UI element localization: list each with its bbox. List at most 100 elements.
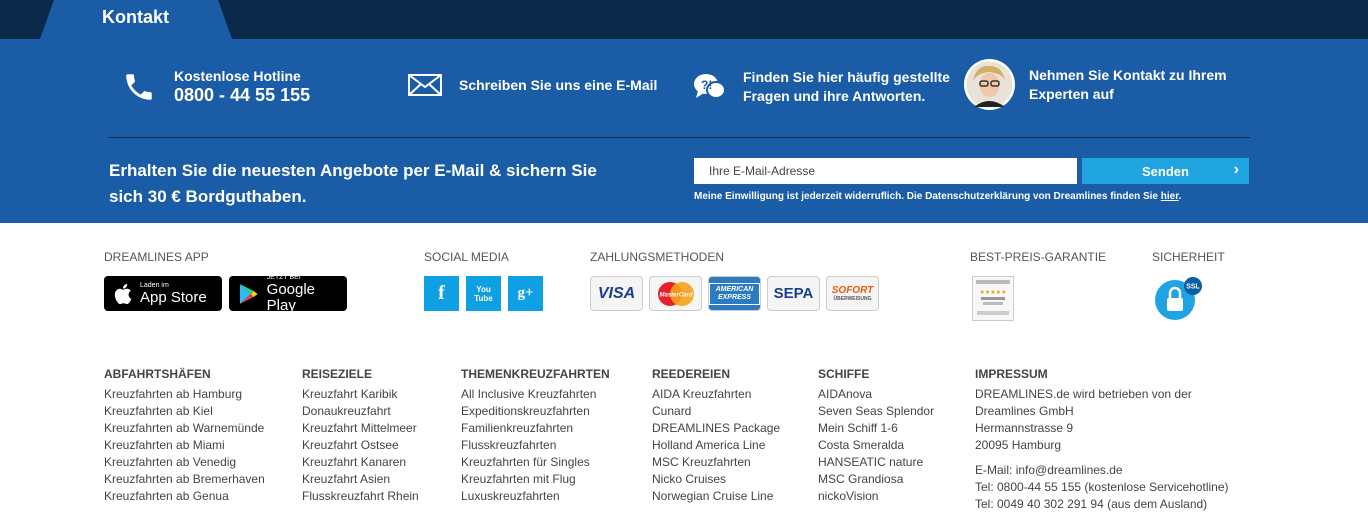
list-item[interactable]: Kreuzfahrt Ostsee <box>302 437 419 454</box>
list-item[interactable]: Donaukreuzfahrt <box>302 403 419 420</box>
newsletter-email-input[interactable] <box>694 158 1077 184</box>
list-item[interactable]: Kreuzfahrten für Singles <box>461 454 596 471</box>
list-item[interactable]: Kreuzfahrten ab Hamburg <box>104 386 265 403</box>
price-guarantee-seal[interactable]: ★★★★★ <box>972 276 1014 321</box>
ssl-lock-icon: SSL <box>1153 276 1203 321</box>
list-item[interactable]: Kreuzfahrten ab Kiel <box>104 403 265 420</box>
list-item[interactable]: Mein Schiff 1-6 <box>818 420 934 437</box>
send-button[interactable]: Senden › <box>1082 158 1249 184</box>
list-item[interactable]: Seven Seas Splendor <box>818 403 934 420</box>
list-item[interactable]: Nicko Cruises <box>652 471 780 488</box>
svg-text:★★★★★: ★★★★★ <box>980 289 1007 296</box>
column-title-cruise-lines: REEDEREIEN <box>652 367 731 381</box>
hotline-label: Kostenlose Hotline <box>174 68 301 84</box>
email-contact-item[interactable]: Schreiben Sie uns eine E-Mail <box>408 74 657 96</box>
list-item[interactable]: HANSEATIC nature <box>818 454 934 471</box>
themes-list: All Inclusive Kreuzfahrten Expeditionskr… <box>461 386 596 505</box>
expert-item[interactable]: Nehmen Sie Kontakt zu Ihrem Experten auf <box>964 59 1227 110</box>
tab-label: Kontakt <box>102 7 169 27</box>
mastercard-label: MasterCard <box>659 292 692 298</box>
section-title-security: SICHERHEIT <box>1152 250 1225 264</box>
list-item[interactable]: Kreuzfahrten ab Venedig <box>104 454 265 471</box>
list-item[interactable]: AIDA Kreuzfahrten <box>652 386 780 403</box>
apple-icon <box>114 283 132 304</box>
email-link[interactable]: info@dreamlines.de <box>1016 463 1123 477</box>
google-plus-icon[interactable]: g+ <box>508 276 543 311</box>
svg-text:?!: ?! <box>701 78 712 92</box>
hotline-item[interactable]: Kostenlose Hotline 0800 - 44 55 155 <box>122 68 310 106</box>
list-item[interactable]: Kreuzfahrten ab Genua <box>104 488 265 505</box>
divider <box>108 137 1250 138</box>
google-play-icon <box>239 283 258 304</box>
consent-text: Meine Einwilligung ist jederzeit widerru… <box>694 191 1181 202</box>
privacy-link[interactable]: hier <box>1161 191 1179 202</box>
list-item[interactable]: Luxuskreuzfahrten <box>461 488 596 505</box>
expert-avatar <box>964 59 1015 110</box>
google-play-big: Google Play <box>266 280 316 314</box>
list-item[interactable]: Kreuzfahrt Kanaren <box>302 454 419 471</box>
google-play-badge[interactable]: JETZT BEI Google Play <box>229 274 347 314</box>
visa-icon: VISA <box>590 276 643 311</box>
list-item[interactable]: DREAMLINES Package <box>652 420 780 437</box>
destinations-list: Kreuzfahrt Karibik Donaukreuzfahrt Kreuz… <box>302 386 419 505</box>
facebook-icon[interactable]: f <box>424 276 459 311</box>
newsletter-headline-line1: Erhalten Sie die neuesten Angebote per E… <box>109 161 597 180</box>
faq-line1: Finden Sie hier häufig gestellte <box>743 69 950 85</box>
list-item[interactable]: MSC Grandiosa <box>818 471 934 488</box>
email-label: E-Mail: <box>975 463 1013 477</box>
amex-label: AMERICAN EXPRESS <box>709 282 760 305</box>
sepa-icon: SEPA <box>767 276 820 311</box>
list-item[interactable]: Holland America Line <box>652 437 780 454</box>
hotline-number[interactable]: 0800 - 44 55 155 <box>174 85 310 106</box>
list-item[interactable]: Kreuzfahrt Mittelmeer <box>302 420 419 437</box>
impressum-block: DREAMLINES.de wird betrieben von der Dre… <box>975 386 1229 513</box>
sofort-sub: ÜBERWEISUNG <box>833 296 872 302</box>
expert-line2: Experten auf <box>1029 85 1114 102</box>
youtube-icon[interactable]: You Tube <box>466 276 501 311</box>
impressum-line: Dreamlines GmbH <box>975 404 1074 418</box>
column-title-impressum: IMPRESSUM <box>975 367 1048 381</box>
amex-icon: AMERICAN EXPRESS <box>708 276 761 311</box>
app-store-badge[interactable]: Laden im App Store <box>104 276 222 311</box>
tab-kontakt[interactable]: Kontakt <box>40 0 232 39</box>
faq-item[interactable]: ?! Finden Sie hier häufig gestellte Frag… <box>692 68 950 106</box>
list-item[interactable]: Familienkreuzfahrten <box>461 420 596 437</box>
mastercard-icon: MasterCard <box>649 276 702 311</box>
send-button-label: Senden <box>1142 163 1189 179</box>
section-title-social: SOCIAL MEDIA <box>424 250 509 264</box>
section-title-price: BEST-PREIS-GARANTIE <box>970 250 1107 264</box>
section-title-payment: ZAHLUNGSMETHODEN <box>590 250 725 264</box>
list-item[interactable]: MSC Kreuzfahrten <box>652 454 780 471</box>
consent-body: Meine Einwilligung ist jederzeit widerru… <box>694 191 1158 202</box>
column-title-themes: THEMENKREUZFAHRTEN <box>461 367 610 381</box>
list-item[interactable]: Kreuzfahrten ab Warnemünde <box>104 420 265 437</box>
list-item[interactable]: Cunard <box>652 403 780 420</box>
sofort-icon: SOFORT ÜBERWEISUNG <box>826 276 879 311</box>
list-item[interactable]: Kreuzfahrten ab Bremerhaven <box>104 471 265 488</box>
list-item[interactable]: nickoVision <box>818 488 934 505</box>
section-title-app: DREAMLINES APP <box>104 250 209 264</box>
faq-bubbles-icon: ?! <box>694 74 726 99</box>
list-item[interactable]: AIDAnova <box>818 386 934 403</box>
newsletter-headline: Erhalten Sie die neuesten Angebote per E… <box>109 158 669 210</box>
list-item[interactable]: Flusskreuzfahrten <box>461 437 596 454</box>
consent-end: . <box>1178 191 1182 202</box>
list-item[interactable]: Kreuzfahrt Karibik <box>302 386 419 403</box>
list-item[interactable]: Flusskreuzfahrt Rhein <box>302 488 419 505</box>
list-item[interactable]: Kreuzfahrten mit Flug <box>461 471 596 488</box>
impressum-line: DREAMLINES.de wird betrieben von der <box>975 387 1192 401</box>
list-item[interactable]: Expeditionskreuzfahrten <box>461 403 596 420</box>
column-title-destinations: REISEZIELE <box>302 367 373 381</box>
list-item[interactable]: Costa Smeralda <box>818 437 934 454</box>
list-item[interactable]: All Inclusive Kreuzfahrten <box>461 386 596 403</box>
column-title-ports: ABFAHRTSHÄFEN <box>104 367 211 381</box>
list-item[interactable]: Norwegian Cruise Line <box>652 488 780 505</box>
faq-line2: Fragen und ihre Antworten. <box>743 88 926 104</box>
list-item[interactable]: Kreuzfahrt Asien <box>302 471 419 488</box>
list-item[interactable]: Kreuzfahrten ab Miami <box>104 437 265 454</box>
expert-line1: Nehmen Sie Kontakt zu Ihrem <box>1029 66 1227 83</box>
ssl-label: SSL <box>1186 284 1200 291</box>
envelope-icon <box>408 74 442 96</box>
impressum-line: Hermannstrasse 9 <box>975 421 1074 435</box>
impressum-tel: Tel: 0800-44 55 155 (kostenlose Serviceh… <box>975 480 1229 494</box>
